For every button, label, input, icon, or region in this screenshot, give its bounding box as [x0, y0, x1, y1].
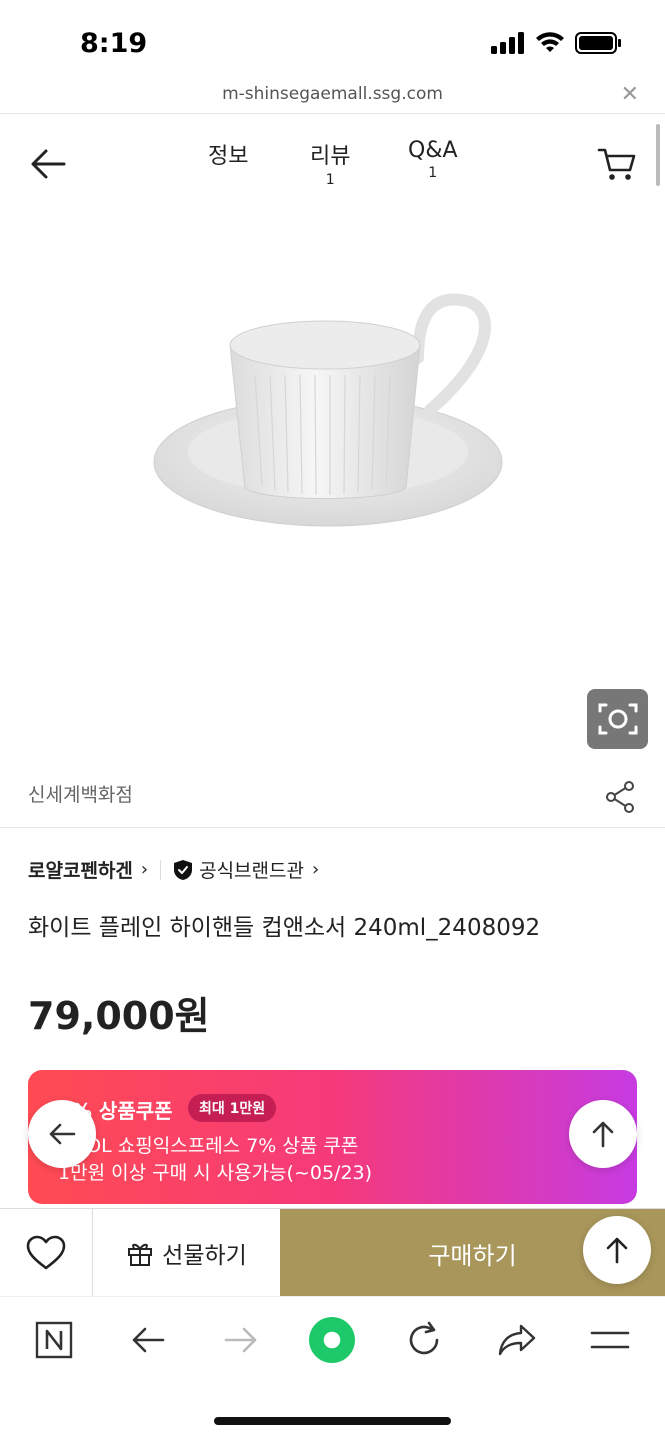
hamburger-menu-icon	[590, 1331, 630, 1349]
product-top-nav: 정보 리뷰 1 Q&A 1	[0, 114, 665, 214]
gift-button-label: 선물하기	[162, 1243, 247, 1269]
battery-icon	[575, 32, 621, 54]
home-indicator	[214, 1417, 451, 1425]
share-button[interactable]	[494, 1317, 540, 1363]
reload-button[interactable]	[401, 1317, 447, 1363]
cart-icon[interactable]	[597, 144, 637, 184]
divider	[0, 827, 665, 828]
brand-link[interactable]: 로얄코펜하겐	[28, 856, 133, 883]
vertical-separator	[160, 859, 162, 880]
scroll-up-button[interactable]	[569, 1100, 637, 1168]
arrow-right-icon	[224, 1327, 257, 1353]
gift-icon	[128, 1243, 153, 1266]
tab-info-label: 정보	[208, 144, 249, 169]
gift-button[interactable]: 선물하기	[93, 1209, 280, 1297]
green-dot-icon	[309, 1317, 355, 1363]
product-price: 79,000원	[28, 994, 210, 1038]
browser-forward-button[interactable]	[218, 1317, 264, 1363]
purchase-bar: 선물하기 구매하기	[0, 1208, 665, 1297]
share-icon[interactable]	[603, 780, 637, 814]
reload-icon	[409, 1321, 439, 1355]
tab-info[interactable]: 정보	[208, 138, 248, 170]
tab-review-label: 리뷰	[310, 144, 351, 169]
shield-check-icon	[174, 859, 193, 880]
coupon-line-1: COOL 쇼핑익스프레스 7% 상품 쿠폰	[58, 1135, 359, 1157]
official-brand-label: 공식브랜드관	[199, 860, 304, 882]
url-bar[interactable]: m-shinsegaemall.ssg.com ✕	[0, 80, 665, 114]
naver-n-icon	[35, 1321, 73, 1359]
status-icons	[491, 32, 621, 54]
coupon-description: COOL 쇼핑익스프레스 7% 상품 쿠폰 1만원 이상 구매 시 사용가능(~…	[58, 1133, 372, 1187]
tab-qna-count: 1	[428, 165, 438, 181]
arrow-left-icon	[49, 1123, 76, 1145]
share-arrow-icon	[498, 1324, 536, 1356]
status-bar: 8:19	[0, 0, 665, 80]
naver-home-button[interactable]	[31, 1317, 77, 1363]
menu-button[interactable]	[587, 1317, 633, 1363]
coupon-line-2: 1만원 이상 구매 시 사용가능(~05/23)	[58, 1162, 373, 1184]
seller-name[interactable]: 신세계백화점	[28, 780, 133, 807]
back-arrow-icon[interactable]	[28, 144, 68, 184]
browser-back-button[interactable]	[125, 1317, 171, 1363]
wifi-icon	[536, 32, 564, 52]
chevron-right-icon: ›	[311, 859, 320, 880]
green-dot-button[interactable]	[309, 1317, 355, 1363]
arrow-up-icon	[592, 1121, 614, 1148]
wishlist-button[interactable]	[0, 1209, 93, 1297]
tab-review-count: 1	[325, 172, 335, 188]
camera-scan-icon	[598, 703, 637, 735]
buy-button-label: 구매하기	[428, 1241, 517, 1270]
official-brand-link[interactable]: 공식브랜드관 ›	[173, 856, 319, 883]
tab-review[interactable]: 리뷰 1	[310, 138, 350, 188]
heart-icon	[26, 1235, 66, 1270]
status-time: 8:19	[80, 28, 148, 59]
url-host: m-shinsegaemall.ssg.com	[222, 84, 443, 104]
cellular-signal-icon	[491, 32, 524, 54]
tab-qna[interactable]: Q&A 1	[408, 138, 458, 181]
coupon-banner[interactable]: 7% 상품쿠폰 최대 1만원 COOL 쇼핑익스프레스 7% 상품 쿠폰 1만원…	[28, 1070, 637, 1204]
brand-row: 로얄코펜하겐 › 공식브랜드관 ›	[28, 856, 319, 883]
arrow-up-icon	[606, 1237, 628, 1264]
product-title: 화이트 플레인 하이핸들 컵앤소서 240ml_2408092	[28, 915, 541, 941]
chevron-right-icon: ›	[140, 859, 149, 880]
product-image	[153, 293, 503, 527]
scroll-top-button[interactable]	[583, 1216, 651, 1284]
carousel-prev-button[interactable]	[28, 1100, 96, 1168]
image-search-button[interactable]	[587, 689, 648, 749]
arrow-left-icon	[132, 1327, 165, 1353]
coupon-badge: 최대 1만원	[188, 1094, 277, 1122]
scroll-indicator	[656, 124, 660, 186]
close-icon[interactable]: ✕	[621, 82, 639, 107]
tab-qna-label: Q&A	[408, 138, 458, 163]
